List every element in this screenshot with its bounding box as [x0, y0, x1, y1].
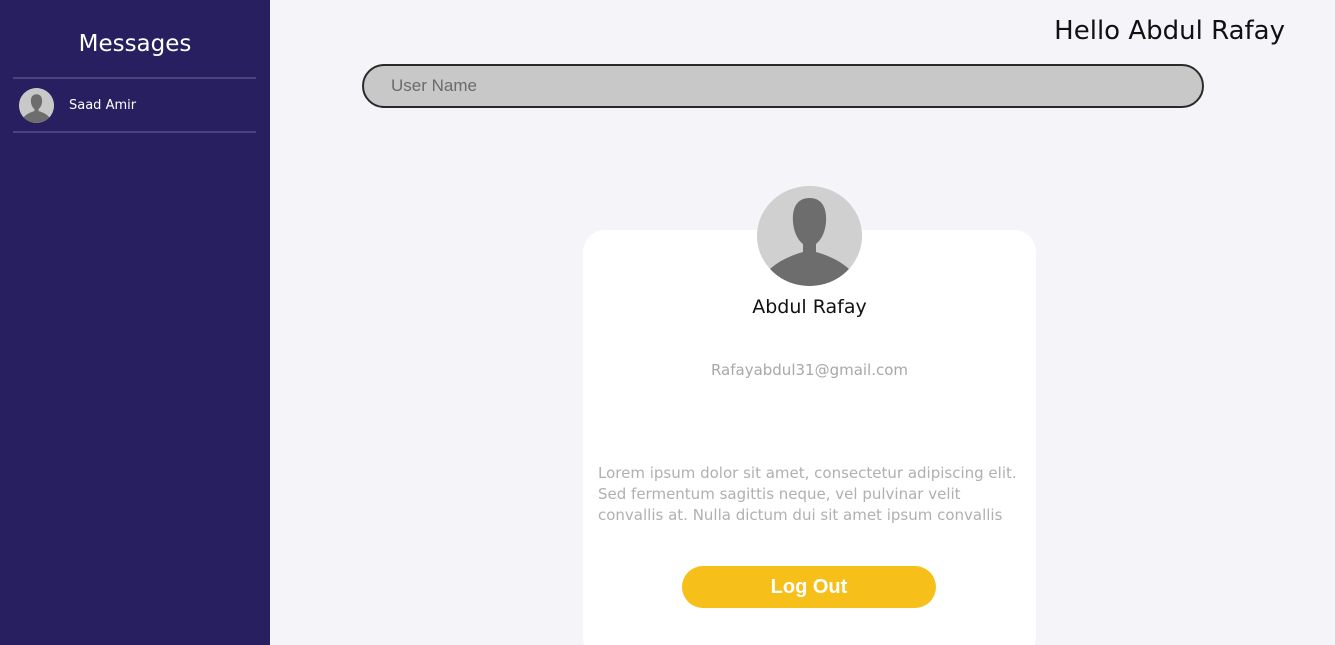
contact-item-saad-amir[interactable]: Saad Amir — [13, 79, 256, 131]
profile-bio: Lorem ipsum dolor sit amet, consectetur … — [598, 464, 1017, 524]
logout-button[interactable]: Log Out — [682, 566, 936, 608]
contact-name: Saad Amir — [69, 97, 137, 113]
profile-email: Rafayabdul31@gmail.com — [710, 361, 909, 379]
sidebar-title: Messages — [78, 31, 192, 57]
sidebar-divider — [13, 131, 256, 133]
search-input[interactable] — [362, 64, 1204, 108]
profile-name: Abdul Rafay — [752, 296, 867, 318]
sidebar: Messages Saad Amir — [0, 0, 270, 645]
user-avatar-icon — [19, 87, 54, 123]
user-avatar-icon — [757, 186, 862, 286]
greeting-text: Hello Abdul Rafay — [1054, 16, 1285, 46]
